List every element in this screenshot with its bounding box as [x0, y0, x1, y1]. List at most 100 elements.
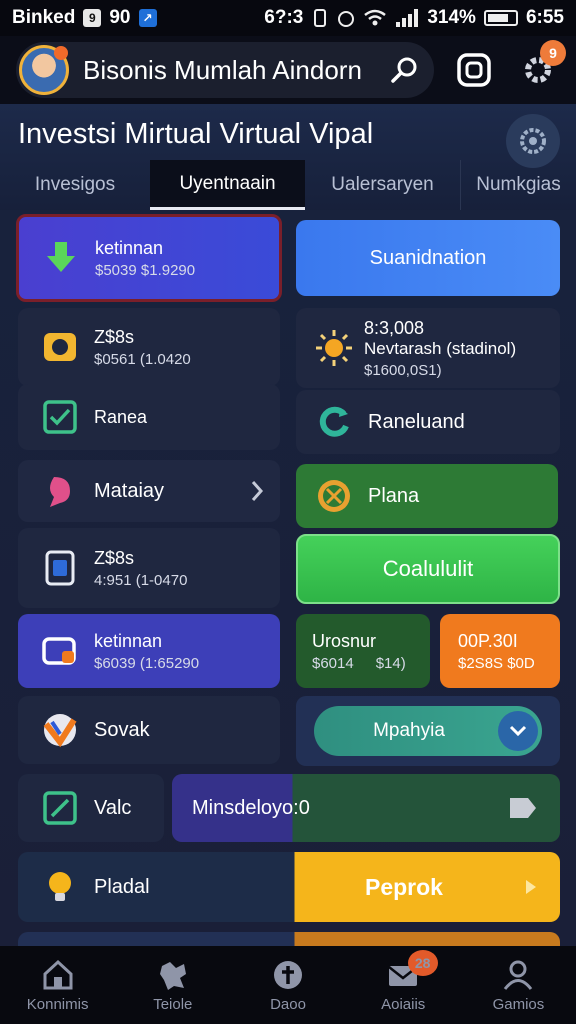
coalululit-button[interactable]: Coalululit: [296, 534, 560, 604]
stat-amount: $1600,0S1): [364, 361, 442, 379]
card-title: Minsdeloyo:0: [192, 796, 310, 819]
card-title: Sovak: [94, 718, 150, 741]
ketinnan-card[interactable]: ketinnan $6039 (1:65290: [18, 614, 280, 688]
status-time-left: 6?:3: [264, 7, 304, 28]
tab-bar: Invesigos Uyentnaain Ualersaryen Numkgia…: [0, 160, 576, 210]
card-value-b: $14): [375, 654, 406, 672]
status-left-value: 90: [109, 7, 131, 28]
button-label: Coalululit: [382, 556, 474, 581]
download-arrow-icon: [47, 242, 75, 272]
home-icon: [43, 959, 73, 989]
raneluand-card[interactable]: Raneluand: [296, 390, 560, 454]
card-title: Ranea: [94, 406, 148, 427]
ribbon-icon: [50, 477, 70, 507]
asset-card-2[interactable]: Z$8s 4:951 (1-0470: [18, 528, 280, 608]
tab-invesigos[interactable]: Invesigos: [0, 160, 150, 210]
app-bar: Bisonis Mumlah Aindorn 9: [0, 36, 576, 104]
card-value: $0561 (1.0420: [94, 350, 191, 368]
search-icon[interactable]: [388, 54, 420, 86]
peprok-row: Pladal Peprok: [18, 852, 560, 922]
minsdeloyo-row[interactable]: Minsdeloyo:0: [172, 774, 560, 842]
notification-icon: 9: [83, 9, 102, 27]
nav-label: Aoiaiis: [381, 995, 426, 1013]
partial-row: [18, 932, 560, 946]
app-notification-icon: ↗: [138, 9, 157, 27]
mail-badge: 28: [407, 950, 438, 976]
checkbox-icon: [43, 400, 77, 434]
nav-item-teiole[interactable]: Teiole: [115, 946, 230, 1024]
status-time-right: 6:55: [525, 7, 564, 28]
stat-value: 8:3,008: [364, 317, 425, 338]
nav-item-aoiaiis[interactable]: Aoiaiis 28: [346, 946, 461, 1024]
card-title: Urosnur: [312, 630, 377, 651]
wifi-icon: [364, 9, 387, 26]
mataiay-row[interactable]: Mataiay: [18, 460, 280, 522]
status-bar: Binked 9 90 ↗ 6?:3 314% 6:55: [0, 0, 576, 36]
sun-icon: [316, 330, 352, 366]
dashboard-grid: ketinnan $5039 $1.9290 Suanidnation Z$8s…: [0, 210, 576, 946]
dropdown-label: Mpahyia: [373, 720, 445, 741]
document-icon: [45, 550, 75, 586]
instagram-icon[interactable]: [456, 52, 492, 88]
button-label: Peprok: [365, 873, 443, 900]
tab-numkgias[interactable]: Numkgias: [460, 160, 576, 210]
search-bar[interactable]: Bisonis Mumlah Aindorn: [16, 42, 434, 98]
investment-card[interactable]: ketinnan $5039 $1.9290: [16, 214, 282, 302]
page-title: Investsi Mirtual Virtual Vipal: [18, 118, 374, 150]
nav-item-daoo[interactable]: Daoo: [230, 946, 345, 1024]
stats-card[interactable]: 8:3,008 Nevtarash (stadinol) $1600,0S1): [296, 308, 560, 388]
battery-icon: [483, 10, 518, 26]
card-title: 00P.30I: [458, 630, 518, 651]
mpahyia-dropdown[interactable]: Mpahyia: [314, 706, 542, 756]
wallet-icon: [42, 637, 76, 665]
nav-label: Konnimis: [26, 995, 89, 1013]
orange-stat-card[interactable]: 00P.30I $2S8S $0D: [440, 614, 560, 688]
avatar[interactable]: [19, 45, 69, 95]
chevron-right-icon: [251, 481, 264, 501]
nav-label: Daoo: [270, 995, 306, 1013]
camera-icon: [44, 333, 76, 361]
urosnur-card[interactable]: Urosnur $6014 $14): [296, 614, 430, 688]
card-value: $2S8S $0D: [458, 654, 535, 672]
nav-item-home[interactable]: Konnimis: [0, 946, 115, 1024]
play-arrow-icon: [526, 880, 536, 894]
ranea-card[interactable]: Ranea: [18, 384, 280, 450]
compass-icon: [274, 960, 302, 989]
card-title: Pladal: [94, 875, 150, 898]
suanidnation-button[interactable]: Suanidnation: [296, 220, 560, 296]
nav-item-gamios[interactable]: Gamios: [461, 946, 576, 1024]
lightbulb-icon: [49, 872, 71, 901]
nav-label: Teiole: [153, 995, 193, 1013]
card-title: Z$8s: [94, 326, 135, 347]
card-title: ketinnan: [95, 237, 164, 258]
puzzle-icon: [159, 961, 186, 990]
cancel-circle-icon: [318, 480, 350, 512]
card-value: $6039 (1:65290: [94, 654, 200, 672]
battery-percent: 314%: [427, 7, 476, 28]
sovak-card[interactable]: Sovak: [18, 696, 280, 764]
bottom-navigation: Konnimis Teiole Daoo Aoiaiis 28 Gamios: [0, 946, 576, 1024]
card-value-a: $6014: [312, 654, 354, 672]
card-title: Z$8s: [94, 547, 135, 568]
card-value: $5039 $1.9290: [95, 261, 196, 279]
edit-icon: [43, 791, 77, 825]
card-title: ketinnan: [94, 630, 163, 651]
asset-card[interactable]: Z$8s $0561 (1.0420: [18, 308, 280, 386]
tab-uyentnaain[interactable]: Uyentnaain: [150, 160, 305, 210]
tag-icon: [510, 798, 536, 818]
nav-label: Gamios: [492, 995, 545, 1013]
signal-icon: [396, 9, 419, 27]
valc-card[interactable]: Valc: [18, 774, 164, 842]
card-title: Plana: [368, 484, 420, 507]
peprok-button[interactable]: Peprok: [294, 852, 560, 922]
plana-button[interactable]: Plana: [296, 464, 558, 528]
mpahyia-container: Mpahyia: [296, 696, 560, 766]
shield-check-icon: [43, 714, 77, 748]
tab-ualersaryen[interactable]: Ualersaryen: [305, 160, 460, 210]
person-icon: [504, 960, 533, 990]
carrier-label: Binked: [12, 7, 76, 28]
vibrate-icon: [314, 9, 327, 27]
settings-badge: 9: [540, 40, 566, 66]
refresh-icon: [319, 406, 349, 437]
stat-label: Nevtarash (stadinol): [364, 338, 517, 358]
